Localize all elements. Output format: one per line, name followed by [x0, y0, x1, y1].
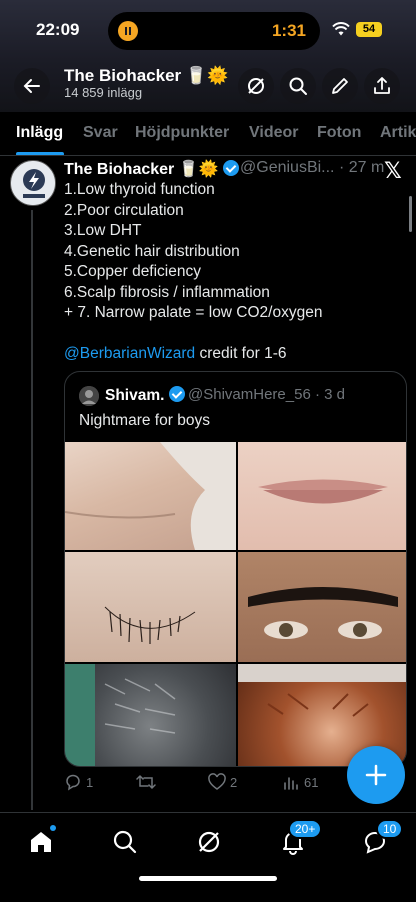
- notifications-badge: 20+: [288, 819, 323, 839]
- timer-text: 1:31: [271, 21, 306, 40]
- messages-badge: 10: [376, 819, 404, 839]
- status-bar: 22:09 1:31 54: [0, 0, 416, 60]
- post-text: 1.Low thyroid function 2.Poor circulatio…: [64, 180, 404, 365]
- tab-articles[interactable]: Artik: [380, 124, 416, 142]
- pause-icon: [118, 21, 138, 41]
- nav-messages[interactable]: 10: [360, 819, 404, 857]
- tab-photos[interactable]: Foton: [317, 124, 361, 142]
- unibrow-photo[interactable]: [238, 552, 406, 662]
- repost-icon: [136, 774, 156, 790]
- share-button[interactable]: [364, 68, 400, 104]
- clock: 22:09: [36, 20, 80, 39]
- chin-stubble-photo[interactable]: [65, 442, 236, 550]
- verified-badge-icon: [223, 160, 239, 176]
- dynamic-island[interactable]: 1:31: [108, 12, 320, 50]
- post-line: 3.Low DHT: [64, 222, 142, 239]
- verified-badge-icon: [168, 386, 185, 402]
- repost-button[interactable]: [136, 773, 160, 791]
- like-button[interactable]: 2: [208, 773, 237, 791]
- tab-videos[interactable]: Videor: [249, 124, 299, 142]
- views-button[interactable]: 61: [282, 773, 318, 791]
- battery-icon: 54: [356, 22, 382, 37]
- quote-author-handle: @ShivamHere_56 · 3 d: [188, 386, 345, 403]
- avatar[interactable]: [10, 160, 56, 206]
- wifi-icon: [332, 22, 350, 36]
- plus-icon: [365, 764, 387, 786]
- tab-highlights[interactable]: Höjdpunkter: [135, 124, 229, 142]
- pencil-icon: [332, 78, 348, 94]
- back-button[interactable]: [14, 68, 50, 104]
- arrow-left-icon: [23, 79, 40, 93]
- share-icon: [374, 77, 390, 94]
- nav-home[interactable]: [26, 825, 56, 857]
- gray-hair-photo[interactable]: [65, 664, 236, 766]
- quote-media-grid[interactable]: [65, 442, 406, 766]
- thread-line: [31, 210, 33, 810]
- post-count: 14 859 inlägg: [64, 85, 143, 100]
- post-author-handle: @GeniusBi... · 27 m: [240, 159, 385, 176]
- quoted-post[interactable]: Shivam. @ShivamHere_56 · 3 d Nightmare f…: [64, 371, 407, 767]
- post-author-name[interactable]: The Biohacker 🥛🌞: [64, 159, 239, 179]
- active-tab-indicator: [16, 152, 64, 155]
- edit-button[interactable]: [322, 68, 358, 104]
- tab-posts[interactable]: Inlägg: [16, 124, 63, 142]
- nav-grok[interactable]: [194, 827, 224, 857]
- quote-avatar[interactable]: [79, 386, 99, 406]
- grok-icon: [198, 831, 220, 853]
- bottom-nav: 20+ 10: [0, 812, 416, 902]
- post-line: 6.Scalp fibrosis / inflammation: [64, 283, 270, 301]
- mention-link[interactable]: @BerbarianWizard: [64, 345, 195, 362]
- search-button[interactable]: [280, 68, 316, 104]
- home-indicator: [139, 876, 277, 881]
- quote-author-name[interactable]: Shivam.: [105, 386, 185, 405]
- profile-title: The Biohacker 🥛🌞: [64, 66, 229, 85]
- home-unread-dot: [50, 825, 56, 831]
- post-line: 4.Genetic hair distribution: [64, 242, 240, 260]
- reply-icon: [66, 774, 80, 791]
- upper-lip-photo[interactable]: [238, 442, 406, 550]
- search-icon: [113, 830, 137, 854]
- reply-button[interactable]: 1: [64, 773, 93, 791]
- tab-replies[interactable]: Svar: [83, 124, 118, 142]
- grok-button[interactable]: [238, 68, 274, 104]
- armpit-hair-photo[interactable]: [65, 552, 236, 662]
- home-icon: [31, 832, 51, 852]
- post-line: 1.Low thyroid function: [64, 181, 215, 198]
- search-icon: [289, 77, 307, 95]
- profile-header: The Biohacker 🥛🌞 14 859 inlägg: [0, 60, 416, 112]
- credit-line: @BerbarianWizard credit for 1-6: [64, 345, 287, 362]
- scrollbar[interactable]: [409, 196, 412, 232]
- nav-notifications[interactable]: 20+: [278, 819, 323, 857]
- compose-button[interactable]: [347, 746, 405, 804]
- quote-text: Nightmare for boys: [79, 412, 210, 429]
- heart-icon: [208, 773, 226, 790]
- post-line: 2.Poor circulation: [64, 201, 184, 219]
- post-line: 5.Copper deficiency: [64, 263, 201, 280]
- lightning-logo-icon: [11, 161, 55, 205]
- profile-tabs: Inlägg Svar Höjdpunkter Videor Foton Art…: [0, 112, 416, 156]
- post-line: + 7. Narrow palate = low CO2/oxygen: [64, 304, 323, 321]
- grok-icon: [248, 78, 264, 94]
- views-icon: [284, 777, 298, 790]
- nav-search[interactable]: [110, 827, 140, 857]
